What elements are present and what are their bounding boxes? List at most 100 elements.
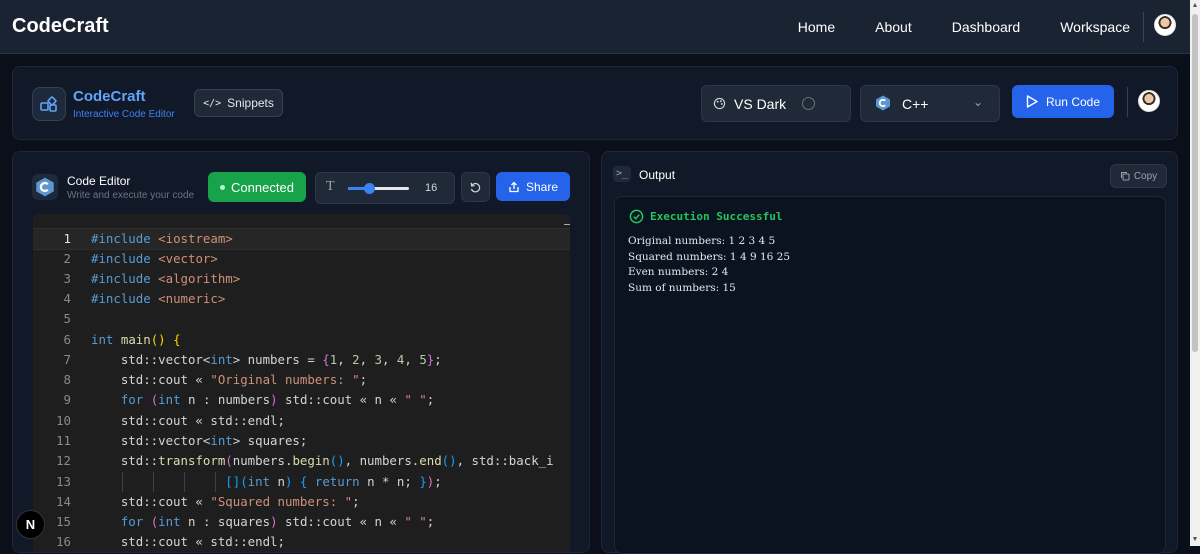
code-text: #include <vector> [91, 251, 218, 266]
line-number: 9 [63, 392, 71, 407]
refresh-icon [470, 182, 481, 192]
line-number: 6 [63, 332, 71, 347]
output-console[interactable]: Execution Successful Original numbers: 1… [614, 196, 1166, 554]
nav-link-dashboard[interactable]: Dashboard [952, 19, 1021, 35]
code-line[interactable]: 5 [33, 309, 570, 329]
code-text: std::cout « std::endl; [91, 413, 285, 428]
page-scrollbar[interactable]: ▲ ▼ [1190, 0, 1200, 546]
line-number: 5 [63, 311, 71, 326]
execution-status-label: Execution Successful [650, 210, 783, 223]
code-line[interactable]: 14 std::cout « "Squared numbers: "; [33, 492, 570, 512]
share-icon [509, 181, 519, 192]
code-text: std::transform(numbers.begin(), numbers.… [91, 453, 554, 468]
execution-status: Execution Successful [629, 209, 782, 224]
chevron-down-icon: ⌄ [973, 95, 984, 109]
code-line[interactable]: 13 [](int n) { return n * n; }); [33, 472, 570, 492]
code-editor-panel: Code Editor Write and execute your code … [12, 151, 590, 553]
editor-toolbar: CodeCraft Interactive Code Editor </> Sn… [12, 66, 1178, 140]
editor-scroll-marker [564, 224, 570, 225]
code-text: std::cout « std::endl; [91, 534, 285, 549]
nav-link-home[interactable]: Home [798, 19, 835, 35]
line-number: 12 [56, 453, 71, 468]
code-text: #include <numeric> [91, 291, 226, 306]
line-number: 10 [56, 413, 71, 428]
code-line[interactable]: 4 #include <numeric> [33, 289, 570, 309]
language-label: C++ [902, 96, 929, 112]
user-avatar[interactable] [1154, 14, 1176, 36]
code-line[interactable]: 8 std::cout « "Original numbers: "; [33, 370, 570, 390]
code-line[interactable]: 3 #include <algorithm> [33, 269, 570, 289]
code-text: std::cout « "Squared numbers: "; [91, 494, 360, 509]
snippets-label: Snippets [227, 96, 274, 110]
nav-divider [1143, 12, 1144, 42]
theme-label: VS Dark [734, 95, 787, 112]
code-line[interactable]: 6 int main() { [33, 330, 570, 350]
theme-selector[interactable]: VS Dark [701, 85, 851, 122]
line-number: 2 [63, 251, 71, 266]
code-line[interactable]: 12 std::transform(numbers.begin(), numbe… [33, 451, 570, 471]
line-number: 7 [63, 352, 71, 367]
nav-links: Home About Dashboard Workspace [758, 0, 1130, 53]
code-line[interactable]: 2 #include <vector> [33, 249, 570, 269]
language-selector[interactable]: C++ ⌄ [860, 85, 1000, 122]
code-line[interactable]: 16 std::cout « std::endl; [33, 532, 570, 552]
text-size-icon: T [326, 179, 335, 194]
toolbar-avatar[interactable] [1138, 90, 1160, 112]
grid-icon [32, 87, 66, 121]
copy-button[interactable]: Copy [1110, 164, 1167, 188]
connection-status-button[interactable]: Connected [208, 172, 306, 202]
play-icon [1026, 95, 1038, 108]
toolbar-divider [1127, 87, 1128, 117]
code-text: int main() { [91, 332, 181, 347]
palette-icon [713, 97, 726, 110]
line-number: 1 [63, 231, 71, 246]
copy-icon [1120, 172, 1130, 181]
nextjs-icon[interactable]: N [16, 510, 45, 539]
theme-toggle[interactable] [802, 97, 815, 110]
code-editor[interactable]: 1 #include <iostream> 2 #include <vector> … [33, 214, 570, 552]
font-size-slider[interactable] [348, 183, 409, 194]
code-text: std::cout « "Original numbers: "; [91, 372, 368, 387]
code-text: std::vector<int> squares; [91, 433, 308, 448]
code-text: for (int n : numbers) std::cout « n « " … [120, 392, 435, 407]
code-line[interactable]: 10 std::cout « std::endl; [33, 411, 570, 431]
run-code-button[interactable]: Run Code [1012, 85, 1114, 118]
snippets-button[interactable]: </> Snippets [194, 89, 283, 117]
line-number: 8 [63, 372, 71, 387]
share-button[interactable]: Share [496, 172, 570, 201]
nav-link-workspace[interactable]: Workspace [1060, 19, 1130, 35]
cpp-logo-icon [876, 95, 890, 111]
code-line[interactable]: 11 std::vector<int> squares; [33, 431, 570, 451]
scroll-up-icon[interactable]: ▲ [1191, 2, 1199, 10]
line-number: 13 [56, 474, 71, 489]
code-text: std::vector<int> numbers = {1, 2, 3, 4, … [91, 352, 442, 367]
code-line[interactable]: 1 #include <iostream> [33, 228, 570, 250]
brand-logo[interactable]: CodeCraft [12, 15, 109, 38]
font-size-value: 16 [425, 182, 438, 194]
main-area: CodeCraft Interactive Code Editor </> Sn… [0, 54, 1190, 554]
code-icon: </> [203, 97, 222, 109]
code-line[interactable]: 7 std::vector<int> numbers = {1, 2, 3, 4… [33, 350, 570, 370]
output-title: Output [639, 168, 676, 182]
run-code-label: Run Code [1045, 94, 1101, 109]
toolbar-title: CodeCraft [73, 88, 146, 105]
output-line: Squared numbers: 1 4 9 16 25 [628, 251, 791, 263]
slider-thumb[interactable] [364, 183, 376, 194]
check-circle-icon [629, 209, 644, 224]
copy-label: Copy [1133, 170, 1158, 182]
output-panel: >_ Output Copy Execution Successful Orig… [601, 151, 1178, 554]
editor-title: Code Editor [67, 174, 131, 188]
editor-subtitle: Write and execute your code [67, 190, 195, 201]
output-line: Original numbers: 1 2 3 4 5 [628, 235, 776, 247]
code-text: #include <algorithm> [91, 271, 241, 286]
scroll-down-icon[interactable]: ▼ [1191, 536, 1199, 544]
scrollbar-thumb[interactable] [1192, 14, 1198, 352]
code-line[interactable]: 15 for (int n : squares) std::cout « n «… [33, 512, 570, 532]
cpp-logo-icon [32, 174, 58, 200]
top-navbar: CodeCraft Home About Dashboard Workspace [0, 0, 1190, 54]
code-line[interactable]: 9 for (int n : numbers) std::cout « n « … [33, 390, 570, 410]
nav-link-about[interactable]: About [875, 19, 912, 35]
line-number: 11 [56, 433, 71, 448]
line-number: 4 [63, 291, 71, 306]
reset-button[interactable] [461, 172, 490, 202]
